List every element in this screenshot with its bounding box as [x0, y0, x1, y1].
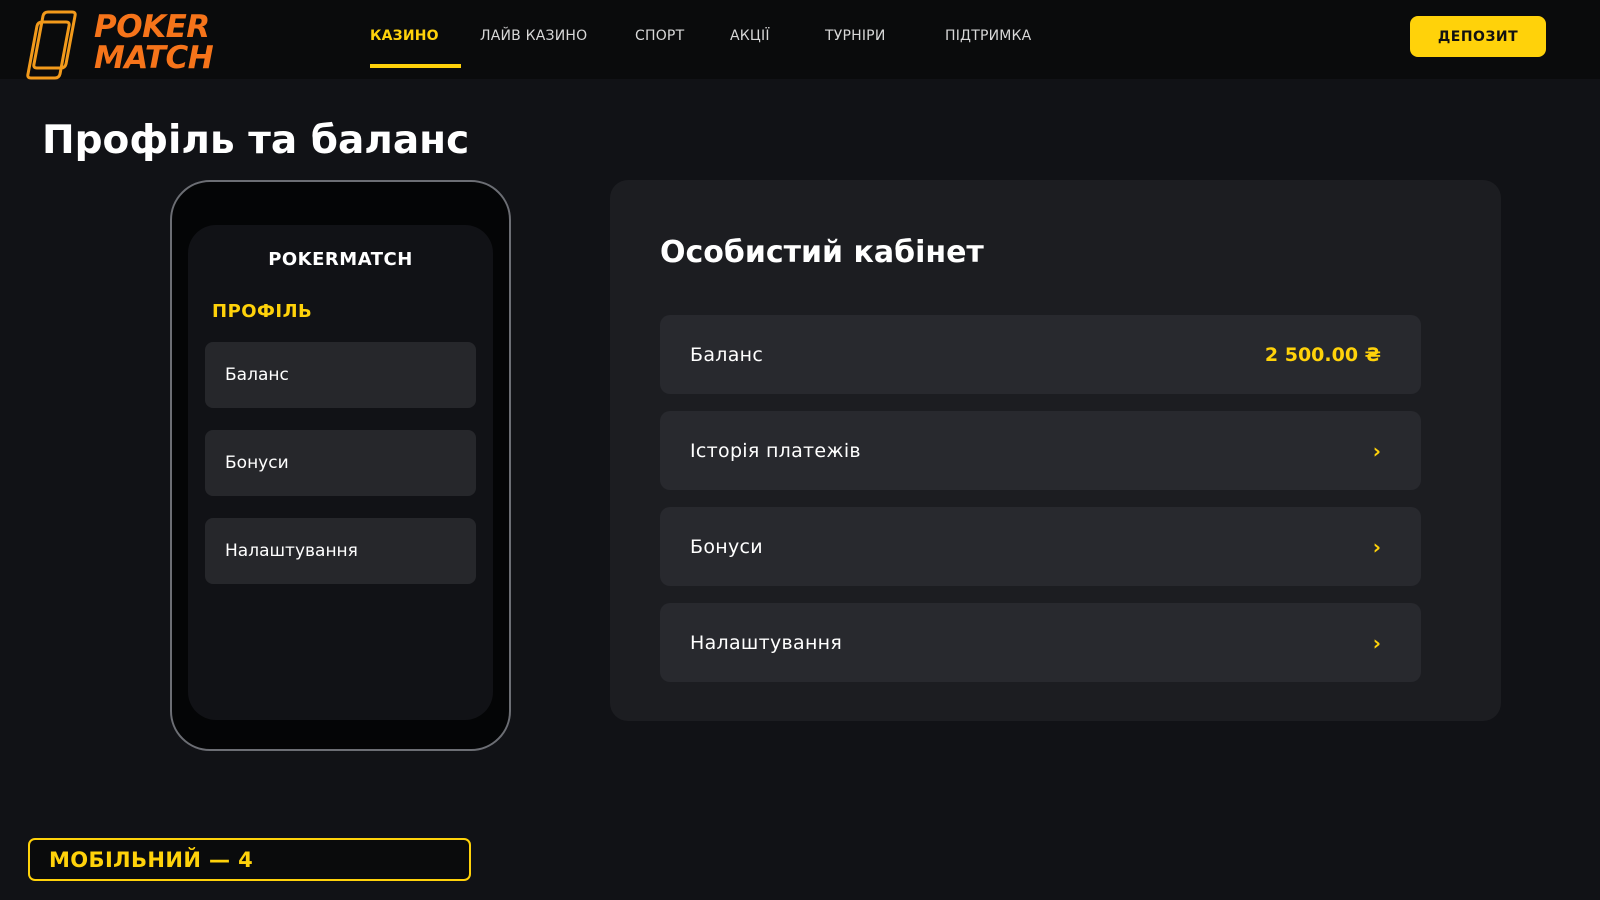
settings-label: Налаштування [690, 631, 843, 654]
logo-wordmark: POKER MATCH [94, 9, 214, 76]
logo-cards-icon [26, 10, 77, 80]
balance-label: Баланс [690, 343, 764, 366]
balance-row[interactable]: Баланс 2 500.00 ₴ [660, 315, 1421, 394]
phone-mockup: POKERMATCH ПРОФІЛЬ Баланс Бонуси Налашту… [170, 180, 511, 751]
payment-history-row[interactable]: Історія платежів › [660, 411, 1421, 490]
nav-active-indicator [370, 64, 461, 68]
phone-section-title: ПРОФІЛЬ [212, 301, 313, 322]
bonuses-label: Бонуси [690, 535, 763, 558]
top-bar: POKER MATCH КАЗИНО ЛАЙВ КАЗИНО СПОРТ АКЦ… [0, 0, 1600, 80]
balance-value: 2 500.00 ₴ [1264, 343, 1381, 366]
nav-item-live-casino[interactable]: ЛАЙВ КАЗИНО [480, 28, 587, 44]
chevron-right-icon: › [1372, 438, 1381, 463]
nav-item-casino[interactable]: КАЗИНО [370, 28, 439, 44]
phone-item-settings[interactable]: Налаштування [205, 518, 476, 584]
account-panel: Особистий кабінет Баланс 2 500.00 ₴ Істо… [610, 180, 1501, 721]
pokermatch-logo[interactable]: POKER MATCH [26, 10, 226, 80]
chevron-right-icon: › [1372, 630, 1381, 655]
page-title: Профіль та баланс [42, 118, 470, 163]
nav-item-promotions[interactable]: АКЦІЇ [730, 28, 770, 44]
payment-history-label: Історія платежів [690, 439, 861, 462]
phone-brand: POKERMATCH [268, 249, 413, 270]
chevron-right-icon: › [1372, 534, 1381, 559]
phone-item-bonuses[interactable]: Бонуси [205, 430, 476, 496]
mobile-screen-badge: МОБІЛЬНИЙ — 4 [28, 838, 471, 881]
deposit-button[interactable]: ДЕПОЗИТ [1410, 16, 1546, 57]
settings-row[interactable]: Налаштування › [660, 603, 1421, 682]
phone-screen: POKERMATCH ПРОФІЛЬ Баланс Бонуси Налашту… [188, 225, 493, 720]
nav-item-tournaments[interactable]: ТУРНІРИ [825, 28, 886, 44]
panel-title: Особистий кабінет [660, 235, 984, 270]
bonuses-row[interactable]: Бонуси › [660, 507, 1421, 586]
phone-item-balance[interactable]: Баланс [205, 342, 476, 408]
nav-item-support[interactable]: ПІДТРИМКА [945, 28, 1031, 44]
nav-item-sport[interactable]: СПОРТ [635, 28, 684, 44]
